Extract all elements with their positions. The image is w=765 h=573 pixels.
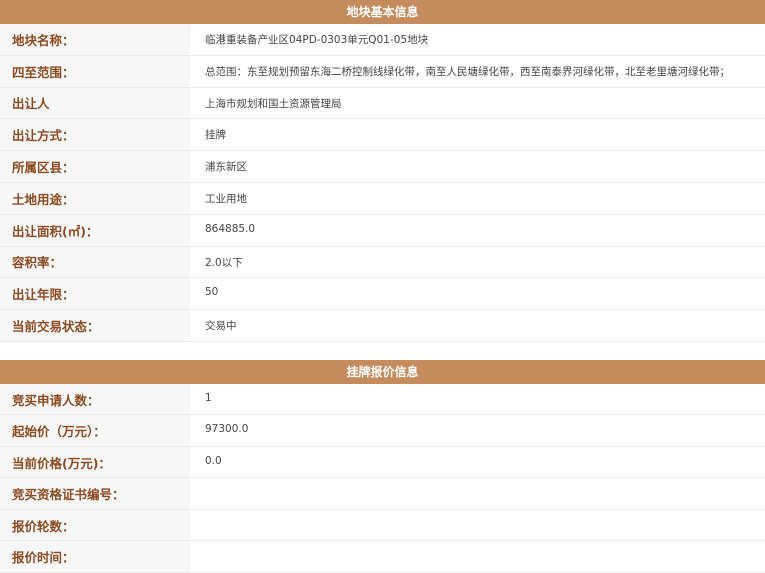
value-transfer-method: 挂牌 [190,119,765,151]
label-bid-time: 报价时间： [0,541,190,572]
label-area: 出让面积(㎡)： [0,214,190,246]
value-trade-status: 交易中 [190,310,765,341]
row-certificate-no: 竞买资格证书编号： [0,478,765,510]
row-boundaries: 四至范围： 总范围：东至规划预留东海二桥控制线绿化带，南至人民塘绿化带，西至南泰… [0,55,765,88]
row-bid-time: 报价时间： [0,541,765,573]
label-land-use: 土地用途： [0,182,190,214]
value-district: 浦东新区 [190,151,765,182]
row-plot-ratio: 容积率： 2.0以下 [0,246,765,279]
row-start-price: 起始价（万元）： 97300.0 [0,415,765,447]
label-applicant-count: 竞买申请人数： [0,383,190,415]
row-applicant-count: 竞买申请人数： 1 [0,383,765,416]
value-land-use: 工业用地 [190,182,765,214]
row-parcel-name: 地块名称： 临港重装备产业区04PD-0303单元Q01-05地块 [0,24,765,56]
row-area: 出让面积(㎡)： 864885.0 [0,214,765,247]
value-start-price: 97300.0 [190,415,765,446]
basic-info-section: 地块基本信息 地块名称： 临港重装备产业区04PD-0303单元Q01-05地块… [0,0,765,342]
value-grantor: 上海市规划和国土资源管理局 [190,87,765,119]
label-term: 出让年限： [0,278,190,310]
row-grantor: 出让人 上海市规划和国土资源管理局 [0,87,765,120]
row-term: 出让年限： 50 [0,278,765,311]
value-bid-time [190,541,765,572]
label-start-price: 起始价（万元）： [0,415,190,446]
label-transfer-method: 出让方式： [0,119,190,151]
value-boundaries: 总范围：东至规划预留东海二桥控制线绿化带，南至人民塘绿化带，西至南泰界河绿化带，… [190,55,765,87]
row-transfer-method: 出让方式： 挂牌 [0,119,765,152]
label-boundaries: 四至范围： [0,55,190,87]
label-certificate-no: 竞买资格证书编号： [0,478,190,509]
label-plot-ratio: 容积率： [0,246,190,278]
basic-info-header: 地块基本信息 [0,0,765,24]
quote-info-section: 挂牌报价信息 竞买申请人数： 1 起始价（万元）： 97300.0 当前价格(万… [0,359,765,573]
label-district: 所属区县： [0,151,190,182]
value-area: 864885.0 [190,214,765,246]
value-plot-ratio: 2.0以下 [190,246,765,278]
value-applicant-count: 1 [190,383,765,415]
row-land-use: 土地用途： 工业用地 [0,182,765,215]
value-certificate-no [190,478,765,509]
row-current-price: 当前价格(万元)： 0.0 [0,446,765,479]
label-trade-status: 当前交易状态： [0,310,190,341]
label-grantor: 出让人 [0,87,190,119]
row-bid-rounds: 报价轮数： [0,509,765,542]
row-trade-status: 当前交易状态： 交易中 [0,310,765,342]
quote-info-header: 挂牌报价信息 [0,359,765,384]
row-district: 所属区县： 浦东新区 [0,151,765,183]
value-bid-rounds [190,509,765,541]
label-bid-rounds: 报价轮数： [0,509,190,541]
label-parcel-name: 地块名称： [0,24,190,55]
label-current-price: 当前价格(万元)： [0,446,190,478]
value-current-price: 0.0 [190,446,765,478]
value-term: 50 [190,278,765,310]
value-parcel-name: 临港重装备产业区04PD-0303单元Q01-05地块 [190,24,765,55]
